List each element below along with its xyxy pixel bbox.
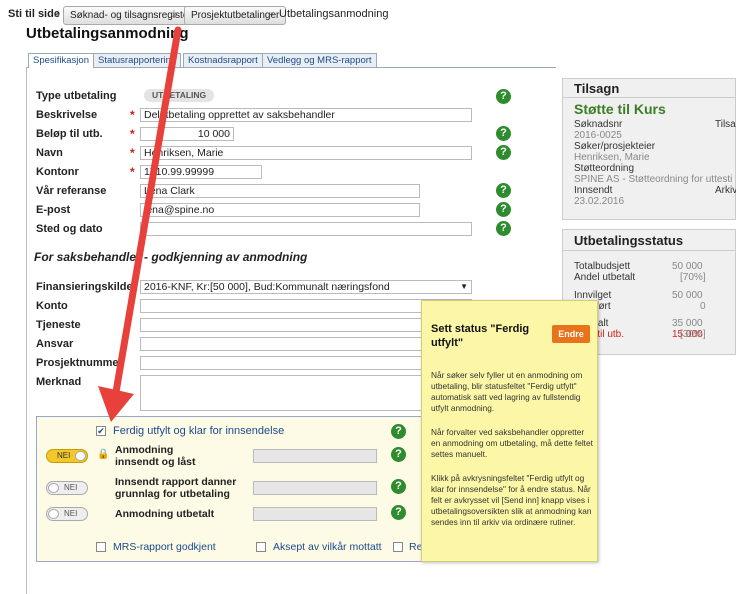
- tab-spesifikasjon[interactable]: Spesifikasjon: [28, 53, 94, 68]
- arrow-head: [98, 386, 134, 422]
- red-arrow-annotation: [98, 26, 182, 422]
- arrow-shaft: [112, 26, 182, 396]
